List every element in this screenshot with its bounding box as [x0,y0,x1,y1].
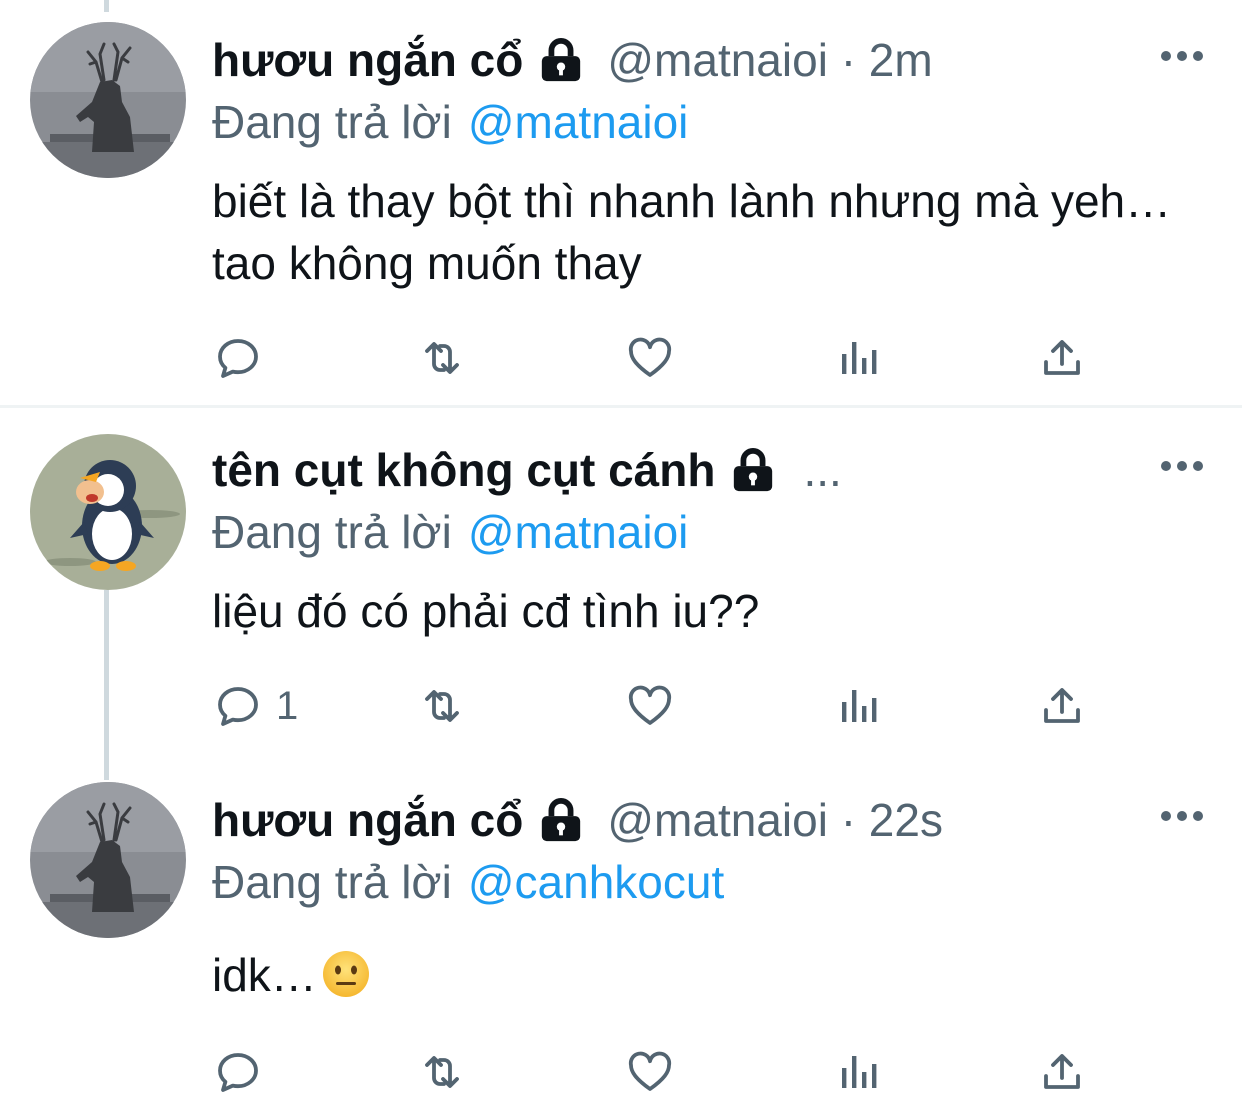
retweet-icon [418,682,466,730]
deer-avatar-icon [30,782,186,938]
reply-button[interactable] [214,1042,276,1102]
like-icon [626,1048,674,1096]
tweet-header: hươu ngắn cổ @matnaioi · 22s [212,786,1202,854]
tweet-text: liệu đó có phải cđ tình iu?? [212,585,760,637]
thread-line [104,590,109,780]
share-button[interactable] [1038,1042,1086,1102]
tweet-actions: 1 [212,676,1092,736]
like-icon [626,682,674,730]
tweet-actions [212,328,1092,388]
display-name[interactable]: tên cụt không cụt cánh [212,443,715,497]
neutral-face-emoji-icon [322,951,369,997]
share-button[interactable] [1038,676,1086,736]
more-horizontal-icon[interactable] [1158,48,1206,64]
display-name[interactable]: hươu ngắn cổ [212,793,523,847]
like-button[interactable] [626,676,674,736]
share-icon [1038,1048,1086,1096]
reply-prefix: Đang trả lời [212,856,452,908]
truncated-handle[interactable]: ... [803,443,841,497]
avatar[interactable] [30,22,186,178]
reply-prefix: Đang trả lời [212,96,452,148]
penguin-avatar-icon [30,434,186,590]
analytics-button[interactable] [834,676,882,736]
analytics-button[interactable] [834,1042,882,1102]
analytics-icon [834,334,882,382]
lock-icon [535,797,587,843]
lock-icon [727,447,779,493]
handle-and-time[interactable]: @matnaioi · 2m [607,33,932,87]
reply-prefix: Đang trả lời [212,506,452,558]
reply-mention-link[interactable]: @canhkocut [468,856,724,908]
divider [0,405,1242,408]
deer-avatar-icon [30,22,186,178]
more-horizontal-icon[interactable] [1158,808,1206,824]
tweet-text: biết là thay bột thì nhanh lành nhưng mà… [212,175,1172,289]
tweet-header: hươu ngắn cổ @matnaioi · 2m [212,26,1202,94]
thread-line [104,0,109,12]
share-icon [1038,334,1086,382]
retweet-button[interactable] [418,1042,466,1102]
reply-icon [214,682,262,730]
analytics-icon [834,682,882,730]
reply-icon [214,334,262,382]
tweet-text-content: idk… [212,949,317,1001]
reply-mention-link[interactable]: @matnaioi [468,96,689,148]
like-button[interactable] [626,328,674,388]
retweet-icon [418,1048,466,1096]
more-horizontal-icon[interactable] [1158,458,1206,474]
reply-context: Đang trả lời @matnaioi [212,505,688,559]
tweet-header: tên cụt không cụt cánh ... [212,436,1202,504]
share-button[interactable] [1038,328,1086,388]
reply-context: Đang trả lời @canhkocut [212,855,724,909]
lock-icon [535,37,587,83]
like-icon [626,334,674,382]
tweet-actions [212,1042,1092,1102]
retweet-icon [418,334,466,382]
reply-mention-link[interactable]: @matnaioi [468,506,689,558]
handle-and-time[interactable]: @matnaioi · 22s [607,793,943,847]
analytics-button[interactable] [834,328,882,388]
tweet-text: idk… [212,944,1212,1006]
retweet-button[interactable] [418,676,466,736]
share-icon [1038,682,1086,730]
avatar[interactable] [30,782,186,938]
analytics-icon [834,1048,882,1096]
reply-icon [214,1048,262,1096]
reply-context: Đang trả lời @matnaioi [212,95,688,149]
reply-count: 1 [276,683,299,728]
reply-button[interactable]: 1 [214,676,298,736]
avatar[interactable] [30,434,186,590]
reply-button[interactable] [214,328,276,388]
display-name[interactable]: hươu ngắn cổ [212,33,523,87]
retweet-button[interactable] [418,328,466,388]
like-button[interactable] [626,1042,674,1102]
